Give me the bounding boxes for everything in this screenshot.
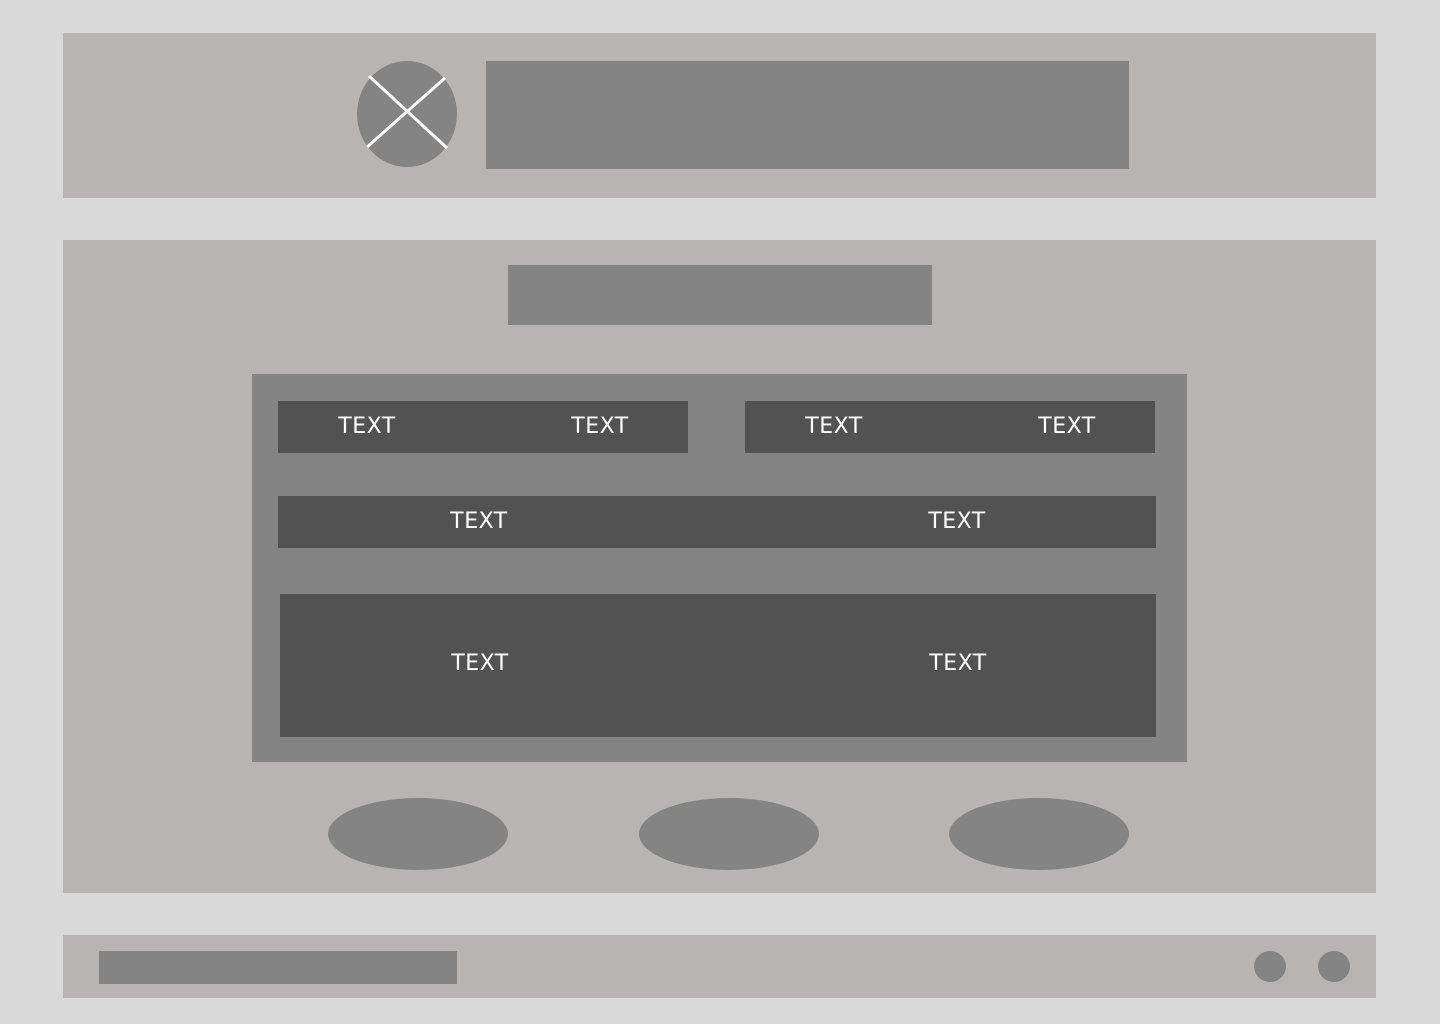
action-button-3[interactable]	[949, 798, 1129, 870]
row-2-text-2: TEXT	[928, 509, 986, 534]
row-3-text-2: TEXT	[929, 651, 987, 676]
content-card: TEXT TEXT TEXT TEXT TEXT TEXT TEXT TEXT	[252, 374, 1187, 762]
action-button-1[interactable]	[328, 798, 508, 870]
main-section: TEXT TEXT TEXT TEXT TEXT TEXT TEXT TEXT	[63, 240, 1376, 893]
footer-text-placeholder	[99, 951, 457, 984]
row-1-left-text-1: TEXT	[338, 414, 396, 439]
row-1-right[interactable]: TEXT TEXT	[745, 401, 1155, 453]
circle-icon[interactable]	[1254, 951, 1286, 982]
section-title-placeholder	[508, 265, 932, 325]
image-placeholder-icon	[357, 61, 457, 167]
row-1-right-text-1: TEXT	[805, 414, 863, 439]
header-title-placeholder	[486, 61, 1129, 169]
row-2[interactable]: TEXT TEXT	[278, 496, 1156, 548]
row-1-left[interactable]: TEXT TEXT	[278, 401, 688, 453]
row-3[interactable]: TEXT TEXT	[280, 594, 1156, 737]
row-2-text-1: TEXT	[450, 509, 508, 534]
header	[63, 33, 1376, 198]
circle-icon[interactable]	[1318, 951, 1350, 982]
footer	[63, 935, 1376, 998]
row-1-right-text-2: TEXT	[1038, 414, 1096, 439]
row-1-left-text-2: TEXT	[571, 414, 629, 439]
row-3-text-1: TEXT	[451, 651, 509, 676]
action-button-2[interactable]	[639, 798, 819, 870]
